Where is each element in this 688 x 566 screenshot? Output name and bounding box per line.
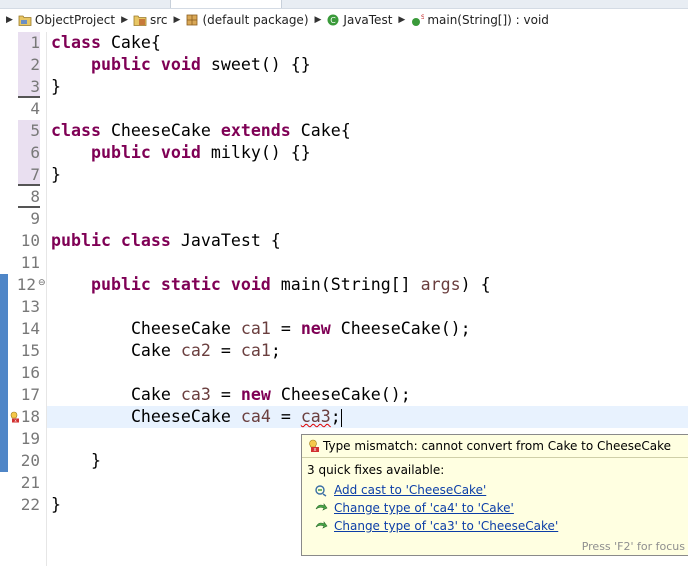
breadcrumb-src-label: src — [149, 13, 168, 27]
line-number-ruler[interactable]: 1 2 3 4 5 6 7 8 9 10 11 12 13 14 15 16 1… — [0, 32, 47, 566]
quickfix-item-add-cast[interactable]: Add cast to 'CheeseCake' — [302, 481, 688, 499]
quickfix-link[interactable]: Change type of 'ca4' to 'Cake' — [334, 501, 514, 515]
code-line-14: CheeseCake ca1 = new CheeseCake(); — [130, 319, 471, 338]
line-number: 13 — [20, 297, 40, 316]
code-line-22: } — [51, 495, 61, 514]
quickfix-count-label: 3 quick fixes available: — [307, 463, 445, 477]
line-number: 19 — [20, 429, 40, 448]
breadcrumb-package-label: (default package) — [202, 13, 309, 27]
quickfix-link[interactable]: Add cast to 'CheeseCake' — [334, 483, 486, 497]
text-caret — [340, 408, 342, 427]
quickfix-popup[interactable]: x Type mismatch: cannot convert from Cak… — [301, 434, 688, 556]
line-number: 22 — [20, 495, 40, 514]
code-line-3: } — [51, 77, 61, 96]
package-icon — [187, 14, 198, 26]
line-number: 15 — [20, 341, 40, 360]
line-number: 17 — [20, 385, 40, 404]
line-number: 5 — [30, 121, 40, 140]
editor-tab-strip — [0, 0, 688, 9]
breadcrumb-method-label: main(String[]) : void — [427, 13, 549, 27]
chevron-right-icon[interactable]: ▶ — [398, 15, 405, 25]
breadcrumb-class-label: JavaTest — [343, 13, 393, 27]
cast-icon — [315, 485, 327, 497]
line-number: 8 — [30, 187, 40, 206]
chevron-right-icon[interactable]: ▶ — [121, 15, 128, 25]
line-number: 12 — [16, 275, 36, 294]
line-number: 11 — [20, 253, 40, 272]
line-number: 10 — [20, 231, 40, 250]
breadcrumb: ▶ ObjectProject ▶ src ▶ (default package… — [0, 9, 688, 31]
line-number: 16 — [20, 363, 40, 382]
chevron-right-icon[interactable]: ▶ — [315, 15, 322, 25]
breadcrumb-project[interactable]: ObjectProject — [18, 13, 115, 27]
line-number: 20 — [20, 451, 40, 470]
code-line-7: } — [51, 165, 61, 184]
breadcrumb-class[interactable]: C JavaTest — [326, 13, 392, 27]
code-line-2: public void sweet() {} — [90, 55, 311, 74]
error-quickfix-icon[interactable]: x — [8, 411, 20, 423]
quick-diff-change-bar[interactable] — [0, 274, 8, 472]
svg-text:S: S — [421, 14, 424, 21]
line-number: 1 — [30, 33, 40, 52]
quickfix-link[interactable]: Change type of 'ca3' to 'CheeseCake' — [334, 519, 558, 533]
chevron-right-icon[interactable]: ▶ — [174, 15, 181, 25]
code-line-17: Cake ca3 = new CheeseCake(); — [130, 385, 411, 404]
svg-text:C: C — [331, 16, 337, 25]
code-line-20: } — [90, 451, 101, 470]
change-icon — [315, 503, 328, 511]
line-number: 6 — [30, 143, 40, 162]
source-folder-icon — [133, 15, 147, 26]
code-line-12: public static void main(String[] args) { — [90, 275, 491, 294]
error-icon: x — [309, 439, 319, 453]
line-number: 2 — [30, 55, 40, 74]
breadcrumb-project-label: ObjectProject — [34, 13, 116, 27]
fold-collapse-icon[interactable]: ⊖ — [38, 279, 47, 288]
code-line-6: public void milky() {} — [90, 143, 311, 162]
method-icon: S — [412, 14, 424, 26]
quickfix-item-change-ca4[interactable]: Change type of 'ca4' to 'Cake' — [302, 499, 688, 517]
class-icon: C — [327, 14, 339, 26]
line-number: 3 — [30, 77, 40, 96]
line-number: 4 — [30, 99, 40, 118]
breadcrumb-method[interactable]: S main(String[]) : void — [410, 13, 549, 27]
chevron-right-icon[interactable]: ▶ — [6, 15, 13, 25]
line-number: 7 — [30, 165, 40, 184]
code-line-1: class Cake{ — [51, 33, 161, 52]
quickfix-header: x Type mismatch: cannot convert from Cak… — [302, 435, 688, 458]
quickfix-item-change-ca3[interactable]: Change type of 'ca3' to 'CheeseCake' — [302, 517, 688, 535]
project-folder-icon — [18, 15, 32, 26]
change-icon — [315, 521, 328, 529]
focus-hint: Press 'F2' for focus — [581, 540, 685, 553]
code-line-15: Cake ca2 = ca1; — [130, 341, 281, 360]
code-line-5: class CheeseCake extends Cake{ — [51, 121, 351, 140]
breadcrumb-package[interactable]: (default package) — [185, 13, 309, 27]
active-editor-tab[interactable] — [170, 0, 282, 8]
code-line-18[interactable]: CheeseCake ca4 = ca3; — [51, 406, 342, 428]
breadcrumb-src[interactable]: src — [133, 13, 168, 27]
code-line-10: public class JavaTest { — [51, 231, 281, 250]
line-number: 14 — [20, 319, 40, 338]
svg-text:x: x — [314, 447, 317, 453]
line-number: 9 — [30, 209, 40, 228]
quickfix-error-message: Type mismatch: cannot convert from Cake … — [323, 439, 672, 453]
error-token[interactable]: ca3 — [301, 407, 331, 426]
line-number: 21 — [20, 473, 40, 492]
